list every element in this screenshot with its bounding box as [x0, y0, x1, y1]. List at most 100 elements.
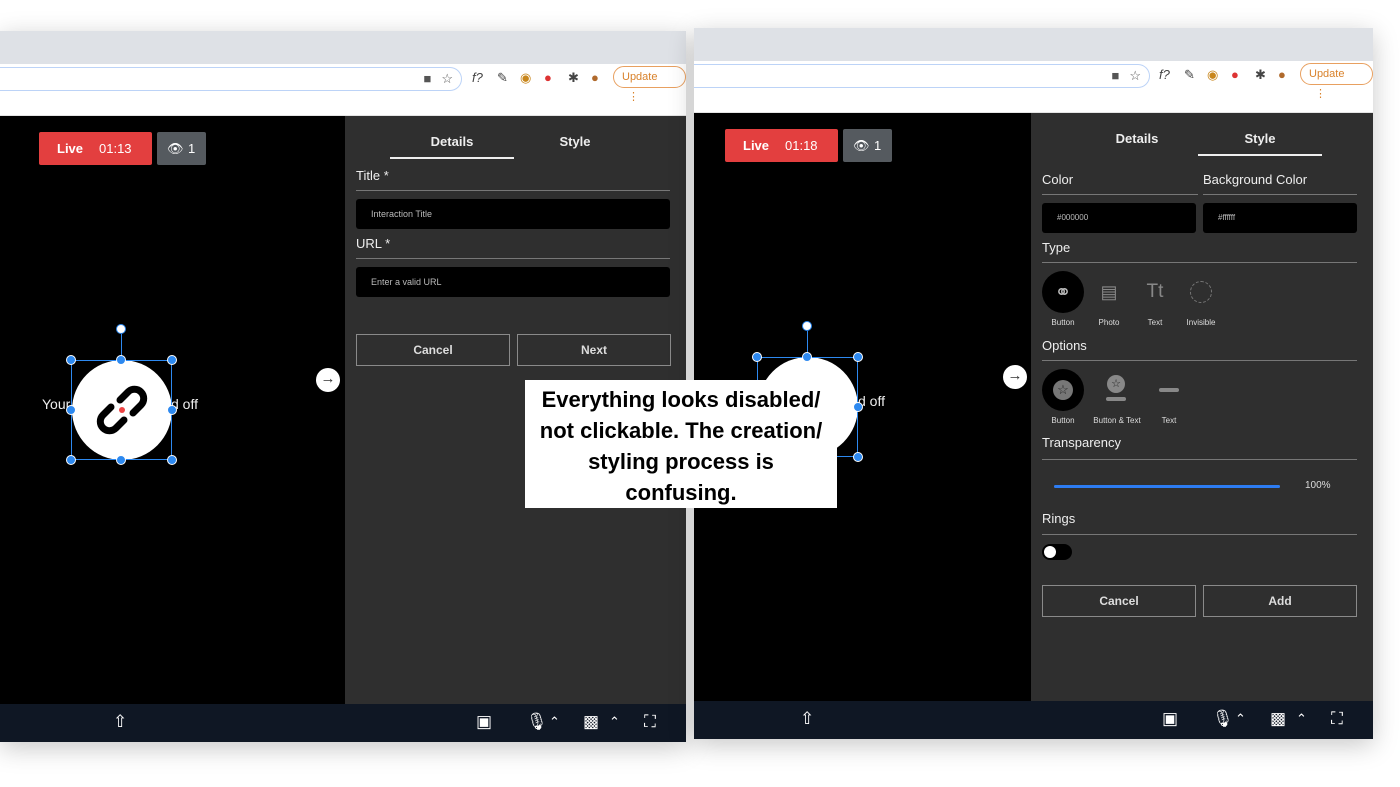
video-camera-icon[interactable]: ■: [423, 71, 431, 87]
toolbar: ■ ☆ f? ✎ ◉ ● ✱ ● Update ⋮: [694, 61, 1373, 113]
resize-handle-n[interactable]: [116, 355, 126, 365]
eyedropper-icon[interactable]: ✎: [497, 70, 508, 86]
option-button-icon[interactable]: ☆: [1042, 369, 1084, 411]
cancel-button[interactable]: Cancel: [1042, 585, 1196, 617]
eyedropper-icon[interactable]: ✎: [1184, 67, 1195, 83]
mic-muted-icon[interactable]: 🎙: [526, 713, 548, 731]
mic-options-chevron-icon[interactable]: ⌃: [549, 713, 560, 731]
camera-options-chevron-icon[interactable]: ⌃: [1296, 710, 1307, 728]
kebab-menu-icon[interactable]: ⋮: [628, 91, 639, 103]
title-input[interactable]: Interaction Title: [356, 199, 670, 229]
update-button[interactable]: Update ⋮: [1300, 63, 1373, 100]
puzzle-icon[interactable]: ✱: [568, 70, 579, 86]
live-label: Live: [57, 141, 84, 156]
resize-handle-n[interactable]: [802, 352, 812, 362]
fullscreen-icon[interactable]: ⛶: [644, 713, 656, 731]
option-text-label: Text: [1161, 416, 1177, 425]
type-text-label: Text: [1147, 318, 1163, 327]
resize-handle-ne[interactable]: [853, 352, 863, 362]
type-photo-icon[interactable]: ▤: [1088, 271, 1130, 313]
type-invisible-label: Invisible: [1186, 318, 1216, 327]
live-label: Live: [743, 138, 770, 153]
url-input[interactable]: Enter a valid URL: [356, 267, 670, 297]
resize-handle-e[interactable]: [167, 405, 177, 415]
color-input[interactable]: #000000: [1042, 203, 1196, 233]
bottom-toolbar: ⇧ ▣ 🎙 ⌃ ▩ ⌃ ⛶: [694, 701, 1373, 739]
tab-details[interactable]: Details: [1075, 131, 1199, 154]
fullscreen-icon[interactable]: ⛶: [1331, 710, 1343, 728]
type-button-link-icon[interactable]: ⚭: [1042, 271, 1084, 313]
options-label: Options: [1042, 338, 1087, 353]
kebab-menu-icon[interactable]: ⋮: [1315, 88, 1326, 100]
next-button[interactable]: Next: [517, 334, 671, 366]
resize-handle-se[interactable]: [167, 455, 177, 465]
extension-icon[interactable]: ◉: [520, 70, 531, 86]
mic-muted-icon[interactable]: 🎙: [1212, 710, 1234, 728]
annotation-line: Everything looks disabled/: [541, 387, 821, 412]
extension-red-icon[interactable]: ●: [544, 70, 552, 85]
rotate-handle[interactable]: [116, 324, 126, 334]
screen-share-icon[interactable]: ▣: [476, 713, 492, 731]
viewer-count: 1: [188, 141, 196, 156]
resize-handle-s[interactable]: [116, 455, 126, 465]
resize-handle-w[interactable]: [66, 405, 76, 415]
option-text-icon[interactable]: [1148, 369, 1190, 411]
address-bar[interactable]: ■ ☆: [0, 67, 462, 91]
star-icon[interactable]: ☆: [441, 71, 453, 87]
tab-style[interactable]: Style: [513, 134, 637, 157]
bottom-toolbar: ⇧ ▣ 🎙 ⌃ ▩ ⌃ ⛶: [0, 704, 686, 742]
resize-handle-nw[interactable]: [752, 352, 762, 362]
type-text-icon[interactable]: Tt: [1134, 271, 1176, 313]
type-invisible-icon[interactable]: [1180, 271, 1222, 313]
color-label: Color: [1042, 172, 1074, 187]
update-button[interactable]: Update ⋮: [613, 66, 686, 103]
profile-avatar-icon[interactable]: ●: [591, 70, 599, 85]
background-color-input[interactable]: #ffffff: [1203, 203, 1357, 233]
viewer-count-badge: 👁 1: [843, 129, 892, 162]
arrow-right-icon[interactable]: →: [1003, 365, 1027, 389]
add-button[interactable]: Add: [1203, 585, 1357, 617]
rings-toggle[interactable]: [1042, 544, 1072, 560]
option-button-label: Button: [1051, 416, 1075, 425]
tab-style[interactable]: Style: [1198, 131, 1322, 156]
camera-off-icon[interactable]: ▩: [583, 713, 599, 731]
divider: [1203, 194, 1357, 195]
transparency-slider-fill: [1054, 485, 1280, 488]
annotation-line: confusing.: [625, 480, 737, 505]
formula-extension-icon[interactable]: f?: [1159, 67, 1170, 82]
video-camera-icon[interactable]: ■: [1111, 68, 1119, 84]
resize-handle-ne[interactable]: [167, 355, 177, 365]
cancel-button[interactable]: Cancel: [356, 334, 510, 366]
address-bar[interactable]: ■ ☆: [694, 64, 1150, 88]
tab-strip: [0, 31, 686, 64]
viewer-count-badge: 👁 1: [157, 132, 206, 165]
live-badge: Live 01:13: [39, 132, 152, 165]
screen-share-icon[interactable]: ▣: [1162, 710, 1178, 728]
rotate-handle[interactable]: [802, 321, 812, 331]
profile-avatar-icon[interactable]: ●: [1278, 67, 1286, 82]
puzzle-icon[interactable]: ✱: [1255, 67, 1266, 83]
option-button-text-icon[interactable]: ☆: [1095, 369, 1137, 411]
formula-extension-icon[interactable]: f?: [472, 70, 483, 85]
panel-tabs: Details Style: [1075, 131, 1356, 157]
resize-handle-se[interactable]: [853, 452, 863, 462]
extension-red-icon[interactable]: ●: [1231, 67, 1239, 82]
arrow-right-icon[interactable]: →: [316, 368, 340, 392]
annotation-line: styling process is: [588, 449, 774, 474]
share-icon[interactable]: ⇧: [113, 713, 127, 731]
annotation-line: not clickable. The creation/: [539, 418, 823, 443]
mic-options-chevron-icon[interactable]: ⌃: [1235, 710, 1246, 728]
resize-handle-e[interactable]: [853, 402, 863, 412]
extension-icon[interactable]: ◉: [1207, 67, 1218, 83]
selection-box: [71, 360, 172, 460]
camera-options-chevron-icon[interactable]: ⌃: [609, 713, 620, 731]
camera-off-icon[interactable]: ▩: [1270, 710, 1286, 728]
resize-handle-sw[interactable]: [66, 455, 76, 465]
video-area: Live 01:13 👁 1 Your d off →: [0, 116, 345, 704]
share-icon[interactable]: ⇧: [800, 710, 814, 728]
star-icon[interactable]: ☆: [1129, 68, 1141, 84]
resize-handle-nw[interactable]: [66, 355, 76, 365]
tab-details[interactable]: Details: [390, 134, 514, 159]
transparency-slider-track[interactable]: [1054, 485, 1280, 488]
update-label: Update: [622, 71, 658, 83]
